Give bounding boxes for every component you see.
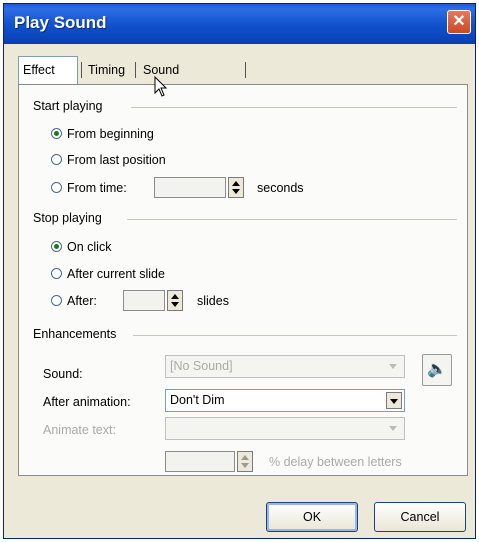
chevron-down-icon [386, 358, 402, 375]
animate-text-dropdown[interactable] [165, 417, 405, 440]
from-time-spinner[interactable] [228, 177, 244, 198]
close-button[interactable]: ✕ [447, 10, 471, 34]
radio-label: After current slide [67, 267, 165, 281]
radio-button[interactable] [51, 154, 62, 165]
dialog-title: Play Sound [14, 13, 107, 32]
mouse-pointer-icon [154, 76, 168, 97]
tab-separator [81, 62, 82, 78]
ok-button[interactable]: OK [266, 502, 358, 532]
divider [133, 335, 457, 336]
after-animation-dropdown[interactable]: Don't Dim [165, 389, 405, 412]
radio-label: After: [67, 294, 97, 308]
delay-input[interactable] [165, 451, 235, 472]
cancel-button[interactable]: Cancel [374, 502, 466, 532]
chevron-down-icon [386, 420, 402, 437]
radio-label: From last position [67, 153, 166, 167]
radio-button[interactable] [51, 128, 62, 139]
enhancements-heading: Enhancements [33, 327, 117, 341]
sound-volume-button[interactable]: 🔈 [422, 354, 452, 386]
after-slides-spinner[interactable] [167, 290, 183, 311]
seconds-label: seconds [257, 181, 304, 195]
delay-label: % delay between letters [269, 455, 402, 469]
delay-spinner[interactable] [237, 451, 253, 472]
tab-separator [135, 62, 136, 78]
sound-dropdown[interactable]: [No Sound] [165, 355, 405, 378]
sound-dropdown-value: [No Sound] [170, 359, 233, 373]
sound-label: Sound: [43, 367, 83, 381]
slides-label: slides [197, 294, 229, 308]
radio-button[interactable] [51, 295, 62, 306]
after-animation-label: After animation: [43, 395, 131, 409]
from-time-input[interactable] [154, 177, 226, 198]
divider [131, 107, 457, 108]
speaker-icon: 🔈 [427, 361, 447, 378]
effect-panel: Start playing From beginning From last p… [18, 84, 468, 476]
radio-label: From beginning [67, 127, 154, 141]
divider [127, 219, 457, 220]
after-slides-input[interactable] [123, 290, 165, 311]
play-sound-dialog: Play Sound ✕ Effect Timing Sound Setting… [3, 3, 476, 539]
radio-label: On click [67, 240, 112, 254]
after-animation-value: Don't Dim [170, 393, 225, 407]
tab-timing[interactable]: Timing [84, 59, 129, 81]
animate-text-label: Animate text: [43, 423, 116, 437]
tab-effect[interactable]: Effect [18, 56, 78, 84]
tab-separator [245, 62, 246, 78]
radio-button[interactable] [51, 182, 62, 193]
chevron-down-icon [386, 392, 402, 409]
stop-playing-heading: Stop playing [33, 211, 102, 225]
title-bar[interactable]: Play Sound ✕ [4, 4, 475, 44]
start-playing-heading: Start playing [33, 99, 103, 113]
radio-label: From time: [67, 181, 127, 195]
radio-button[interactable] [51, 268, 62, 279]
radio-button[interactable] [51, 241, 62, 252]
close-icon: ✕ [452, 13, 466, 30]
